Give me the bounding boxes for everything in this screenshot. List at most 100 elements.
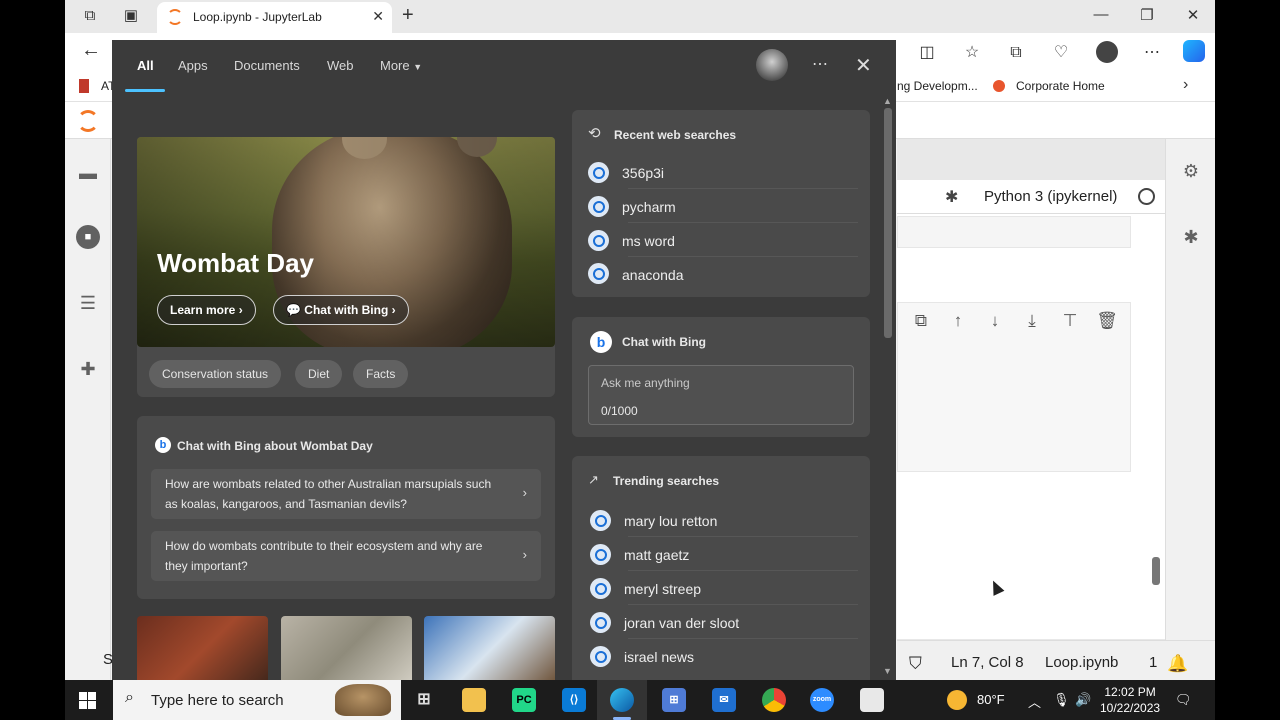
recent-search-item[interactable]: pycharm [622,199,676,215]
chip-diet[interactable]: Diet [295,360,343,388]
browser-essentials-icon[interactable]: ♡ [1050,42,1072,64]
pycharm-icon[interactable]: PC [512,688,536,712]
speaker-icon[interactable]: 🔊 [1075,692,1091,708]
copilot-icon[interactable] [1183,40,1205,62]
chrome-icon[interactable] [762,688,786,712]
property-inspector-icon[interactable]: ⚙ [1180,161,1202,183]
edge-icon[interactable] [610,688,634,712]
collections-icon[interactable]: ⧉ [1005,42,1027,64]
tab-web[interactable]: Web [327,58,354,73]
cursor-position[interactable]: Ln 7, Col 8 [951,654,1024,671]
running-kernels-icon[interactable]: ■ [76,225,100,249]
trending-item[interactable]: israel news [624,649,694,665]
trending-item[interactable]: meryl streep [624,581,701,597]
scroll-down-icon[interactable]: ▼ [883,666,892,676]
insert-above-icon[interactable]: ⊤ [1059,310,1081,332]
debugger-icon[interactable]: ✱ [945,187,958,207]
learn-more-button[interactable]: Learn more › [157,295,256,325]
notifications-icon[interactable]: 🗨 [1175,692,1192,708]
chat-with-bing-title: Chat with Bing [622,335,706,349]
file-explorer-icon[interactable] [462,688,486,712]
tab-documents[interactable]: Documents [234,58,300,73]
tab-more[interactable]: More ▼ [380,58,422,73]
flyout-scrollbar[interactable]: ▲ ▼ [881,96,895,680]
split-screen-icon[interactable]: ◫ [916,42,938,64]
trending-item[interactable]: mary lou retton [624,513,717,529]
microphone-icon[interactable]: 🎙 [1053,692,1070,708]
kernel-name[interactable]: Python 3 (ipykernel) [984,188,1117,205]
trending-item[interactable]: matt gaetz [624,547,689,563]
notepad-icon[interactable] [860,688,884,712]
bing-icon: b [590,331,612,353]
search-icon [588,263,609,284]
image-thumbnail[interactable] [281,616,412,680]
chat-icon: 💬 [286,303,301,317]
scrollbar-thumb[interactable] [884,108,892,338]
bell-icon[interactable]: 🔔 [1167,654,1188,674]
recent-search-item[interactable]: ms word [622,233,675,249]
move-down-icon[interactable]: ↓ [984,310,1006,332]
favorite-item[interactable]: ng Developm... [897,79,978,93]
taskbar-search[interactable]: ⌕ Type here to search [113,680,401,720]
chevron-right-icon[interactable]: › [1183,76,1188,94]
trending-item[interactable]: joran van der sloot [624,615,739,631]
close-tab-icon[interactable]: ✕ [372,8,384,25]
image-thumbnail[interactable] [137,616,268,680]
table-of-contents-icon[interactable]: ☰ [76,291,100,315]
divider [628,536,858,537]
weather-icon [947,690,967,710]
task-view-icon[interactable]: ⊞ [412,688,436,712]
chip-facts[interactable]: Facts [353,360,409,388]
microsoft-store-icon[interactable]: ⊞ [662,688,686,712]
chip-conservation-status[interactable]: Conservation status [149,360,282,388]
delete-cell-icon[interactable]: 🗑 [1096,310,1118,332]
close-window-button[interactable]: ✕ [1183,6,1203,24]
more-menu-icon[interactable]: ⋯ [1141,42,1163,64]
favorite-item[interactable]: Corporate Home [1016,79,1105,93]
chat-input[interactable]: Ask me anything 0/1000 [588,365,854,425]
extensions-icon[interactable]: ✚ [76,357,100,381]
tab-more-label: More [380,58,410,73]
insert-below-icon[interactable]: ⤓ [1021,310,1043,332]
user-avatar[interactable] [756,49,788,81]
restore-button[interactable]: ❐ [1137,6,1157,24]
divider [628,222,858,223]
recent-search-item[interactable]: 356p3i [622,165,664,181]
chat-with-bing-button[interactable]: 💬 Chat with Bing › [273,295,409,325]
recent-search-item[interactable]: anaconda [622,267,684,283]
clock[interactable]: 12:02 PM 10/22/2023 [1100,684,1160,716]
notebook-cell[interactable] [897,216,1131,248]
minimize-button[interactable]: — [1091,6,1111,23]
profile-avatar[interactable] [1096,41,1118,63]
close-icon[interactable]: ✕ [855,53,872,78]
kernel-status-icon [1138,188,1155,205]
tab-actions-icon[interactable]: ▣ [122,7,140,25]
chevron-up-icon[interactable]: ︿ [1028,692,1041,711]
search-icon: ⌕ [125,689,134,706]
move-up-icon[interactable]: ↑ [947,310,969,332]
workspaces-icon[interactable]: ⧉ [81,7,99,25]
tab-loop-notebook[interactable]: Loop.ipynb - JupyterLab ✕ [157,2,392,33]
search-icon [590,612,611,633]
image-thumbnail[interactable] [424,616,555,680]
debugger-panel-icon[interactable]: ✱ [1180,227,1202,249]
back-button[interactable]: ← [81,39,101,62]
scrollbar-thumb[interactable] [1152,557,1160,585]
new-tab-button[interactable]: + [402,4,414,27]
duplicate-cell-icon[interactable]: ⧉ [910,310,932,332]
scroll-up-icon[interactable]: ▲ [883,96,892,106]
vscode-icon[interactable]: ⟨⟩ [562,688,586,712]
suggested-question[interactable]: How do wombats contribute to their ecosy… [151,531,541,581]
mail-icon[interactable]: ✉ [712,688,736,712]
favorites-star-icon[interactable]: ☆ [961,42,983,64]
tab-strip: ⧉ ▣ Loop.ipynb - JupyterLab ✕ + — ❐ ✕ [65,0,1215,33]
windows-start-icon[interactable] [79,692,96,709]
weather-temp[interactable]: 80°F [977,692,1005,707]
hero-image[interactable]: Wombat Day Learn more › 💬 Chat with Bing… [137,137,555,347]
more-options-icon[interactable]: ⋯ [812,54,828,74]
folder-icon[interactable]: ▬ [76,161,100,185]
tab-all[interactable]: All [137,58,154,73]
zoom-icon[interactable]: zoom [810,688,834,712]
suggested-question[interactable]: How are wombats related to other Austral… [151,469,541,519]
tab-apps[interactable]: Apps [178,58,208,73]
